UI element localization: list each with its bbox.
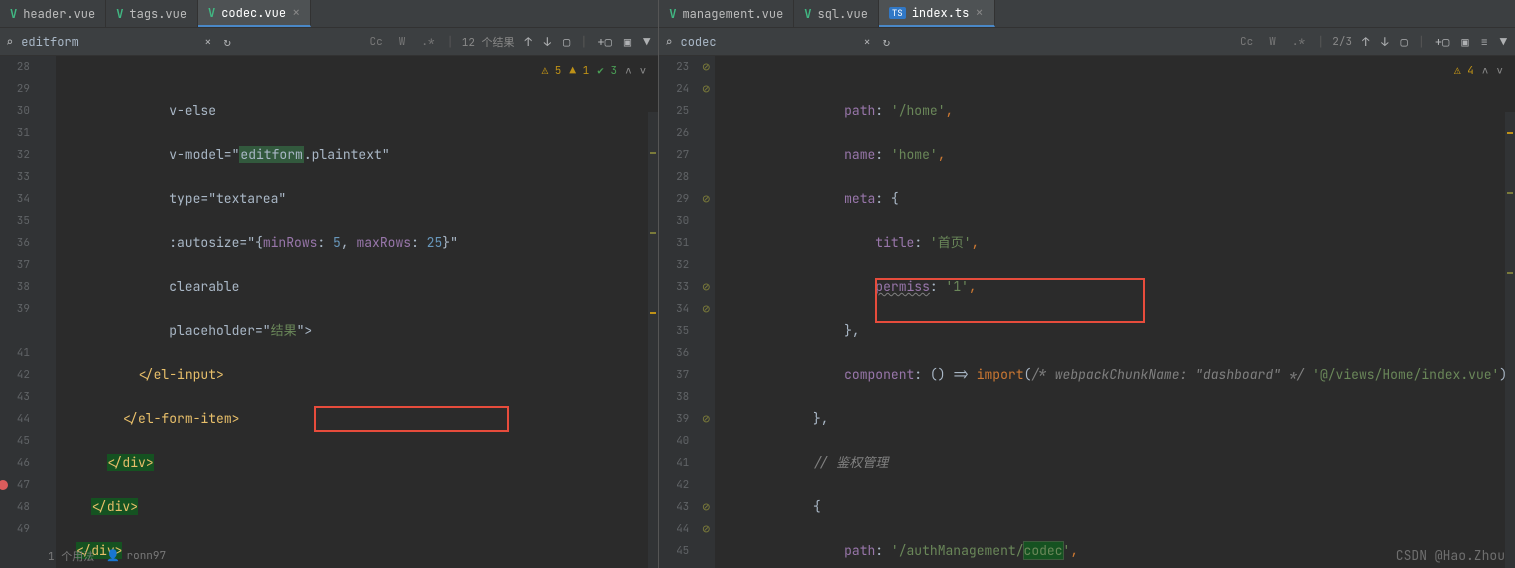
find-bar-left: ⌕ × ↻ Cc W .* | 12 个结果 ↑ ↓ ▢ | +▢ ▣ ▼ xyxy=(0,28,658,56)
usages-label[interactable]: 1 个用法 xyxy=(48,548,94,564)
tab-codec-vue[interactable]: Vcodec.vue× xyxy=(198,0,311,27)
settings-icon[interactable]: ≡ xyxy=(1479,32,1490,52)
chevron-up-icon[interactable]: ∧ xyxy=(625,60,632,82)
watermark: CSDN @Hao.Zhou xyxy=(1396,547,1505,564)
search-icon[interactable]: ⌕ xyxy=(665,34,672,50)
editor-tabs-left: Vheader.vue Vtags.vue Vcodec.vue× xyxy=(0,0,658,28)
marker-gutter xyxy=(38,56,56,568)
close-icon[interactable]: × xyxy=(975,4,983,22)
tab-management-vue[interactable]: Vmanagement.vue xyxy=(659,0,794,27)
prev-match-icon[interactable]: ↑ xyxy=(523,32,534,52)
select-all-icon[interactable]: ▢ xyxy=(1398,32,1409,52)
line-gutter: 282930313233343536373839 414243444546474… xyxy=(0,56,38,568)
find-input[interactable] xyxy=(21,34,194,50)
add-selection-icon[interactable]: +▢ xyxy=(595,32,613,52)
close-icon[interactable]: × xyxy=(292,4,300,22)
tab-header-vue[interactable]: Vheader.vue xyxy=(0,0,106,27)
select-all-icon[interactable]: ▢ xyxy=(561,32,572,52)
inspection-widget[interactable]: ⚠ 4∧∨ xyxy=(1454,60,1503,82)
chevron-down-icon[interactable]: ∨ xyxy=(640,60,647,82)
ts-icon: TS xyxy=(889,7,906,19)
author-label: 👤 ronn97 xyxy=(106,549,166,563)
close-find-icon[interactable]: × xyxy=(862,32,873,52)
find-count: 12 个结果 xyxy=(462,34,515,50)
next-match-icon[interactable]: ↓ xyxy=(1379,32,1390,52)
vue-icon: V xyxy=(669,6,676,22)
code-content-left[interactable]: ⚠ 5▲ 1✔ 3∧∨ v-else v-model="editform.pla… xyxy=(56,56,658,568)
search-icon[interactable]: ⌕ xyxy=(6,34,13,50)
vue-icon: V xyxy=(116,6,123,22)
history-icon[interactable]: ↻ xyxy=(221,32,232,52)
vue-icon: V xyxy=(208,5,215,21)
history-icon[interactable]: ↻ xyxy=(881,32,892,52)
find-bar-right: ⌕ × ↻ Cc W .* | 2/3 ↑ ↓ ▢ | +▢ ▣ ≡ ▼ xyxy=(659,28,1515,56)
tab-index-ts[interactable]: TSindex.ts× xyxy=(879,0,995,27)
chevron-down-icon[interactable]: ∨ xyxy=(1496,60,1503,82)
filter-icon[interactable]: ▼ xyxy=(641,32,652,52)
minimap[interactable] xyxy=(648,112,658,568)
vue-icon: V xyxy=(804,6,811,22)
code-content-right[interactable]: ⚠ 4∧∨ path: '/home', name: 'home', meta:… xyxy=(715,56,1515,568)
find-count: 2/3 xyxy=(1332,35,1352,49)
match-case-toggle[interactable]: Cc xyxy=(1236,33,1257,51)
match-case-toggle[interactable]: Cc xyxy=(366,33,387,51)
next-match-icon[interactable]: ↓ xyxy=(542,32,553,52)
toggle-replace-icon[interactable]: ▣ xyxy=(1459,32,1470,52)
tab-tags-vue[interactable]: Vtags.vue xyxy=(106,0,198,27)
marker-gutter: ⊘⊘⊘⊘⊘⊘⊘⊘ xyxy=(697,56,715,568)
vue-icon: V xyxy=(10,6,17,22)
toggle-replace-icon[interactable]: ▣ xyxy=(622,32,633,52)
line-gutter: 2324252627282930313233343536373839404142… xyxy=(659,56,697,568)
chevron-up-icon[interactable]: ∧ xyxy=(1482,60,1489,82)
inspection-widget[interactable]: ⚠ 5▲ 1✔ 3∧∨ xyxy=(542,60,647,82)
add-selection-icon[interactable]: +▢ xyxy=(1433,32,1451,52)
regex-toggle[interactable]: .* xyxy=(417,33,438,51)
tab-sql-vue[interactable]: Vsql.vue xyxy=(794,0,879,27)
code-editor-left[interactable]: 282930313233343536373839 414243444546474… xyxy=(0,56,658,568)
words-toggle[interactable]: W xyxy=(1265,33,1280,51)
prev-match-icon[interactable]: ↑ xyxy=(1360,32,1371,52)
words-toggle[interactable]: W xyxy=(395,33,410,51)
close-find-icon[interactable]: × xyxy=(202,32,213,52)
editor-tabs-right: Vmanagement.vue Vsql.vue TSindex.ts× xyxy=(659,0,1515,28)
status-bar: 1 个用法 👤 ronn97 xyxy=(38,544,176,568)
regex-toggle[interactable]: .* xyxy=(1288,33,1309,51)
code-editor-right[interactable]: 2324252627282930313233343536373839404142… xyxy=(659,56,1515,568)
minimap[interactable] xyxy=(1505,112,1515,568)
find-input[interactable] xyxy=(681,34,854,50)
filter-icon[interactable]: ▼ xyxy=(1498,32,1509,52)
